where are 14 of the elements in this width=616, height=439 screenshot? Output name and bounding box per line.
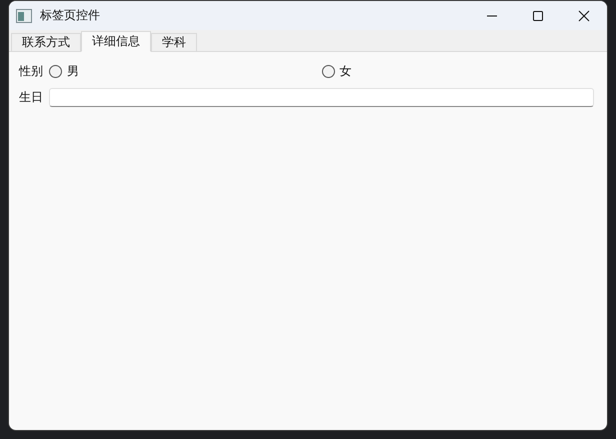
radio-button[interactable]	[49, 64, 62, 78]
maximize-icon	[532, 10, 544, 22]
tab[interactable]: 学科	[151, 33, 197, 51]
radio-label: 男	[67, 62, 79, 80]
tab[interactable]: 联系方式	[11, 33, 81, 51]
radio-label: 女	[340, 62, 352, 80]
radio-button[interactable]	[322, 64, 334, 78]
tab[interactable]: 详细信息	[81, 31, 151, 52]
close-icon	[578, 10, 590, 22]
app-icon	[16, 8, 32, 22]
gender-label: 性别	[19, 62, 44, 80]
birthday-field[interactable]	[49, 88, 594, 106]
birthday-label: 生日	[19, 88, 44, 106]
window-title: 标签页控件	[40, 7, 101, 24]
